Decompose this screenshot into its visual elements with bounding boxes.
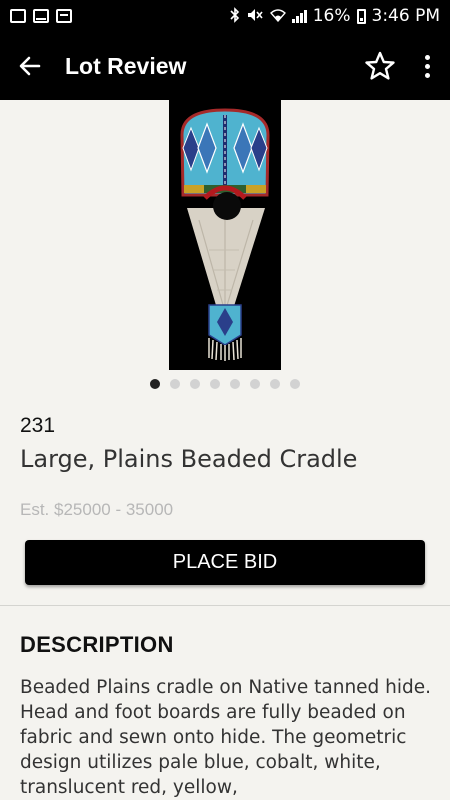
- pager-dot[interactable]: [270, 379, 280, 389]
- divider: [0, 605, 450, 606]
- gallery-icon: [10, 9, 26, 23]
- system-icons: 16% 3:46 PM: [230, 6, 440, 26]
- lot-image[interactable]: [169, 100, 281, 370]
- calendar-icon: [56, 9, 72, 23]
- pager-dot[interactable]: [290, 379, 300, 389]
- pager-dot[interactable]: [170, 379, 180, 389]
- lot-title: Large, Plains Beaded Cradle: [20, 445, 358, 473]
- pager-dot[interactable]: [250, 379, 260, 389]
- app-bar: Lot Review: [0, 32, 450, 100]
- battery-icon: [356, 8, 366, 24]
- favorite-button[interactable]: [356, 32, 404, 100]
- description-text: Beaded Plains cradle on Native tanned hi…: [20, 677, 432, 798]
- signal-icon: [291, 9, 307, 23]
- battery-percent: 16%: [312, 6, 351, 26]
- clock: 3:46 PM: [371, 6, 441, 26]
- status-bar: 16% 3:46 PM: [0, 0, 450, 32]
- bluetooth-icon: [230, 6, 240, 26]
- pager-dot[interactable]: [230, 379, 240, 389]
- pager-dot[interactable]: [190, 379, 200, 389]
- wifi-icon: [269, 8, 286, 25]
- pager-dot[interactable]: [150, 379, 160, 389]
- lot-number: 231: [20, 414, 56, 437]
- arrow-left-icon: [19, 56, 41, 76]
- cradle-image: [169, 100, 281, 370]
- description-heading: DESCRIPTION: [20, 632, 174, 657]
- image-pager[interactable]: [150, 379, 300, 389]
- star-outline-icon: [365, 51, 395, 80]
- mail-icon: [33, 9, 49, 23]
- pager-dot[interactable]: [210, 379, 220, 389]
- notification-icons: [10, 9, 72, 23]
- back-button[interactable]: [0, 32, 60, 100]
- page-title: Lot Review: [65, 52, 187, 79]
- mute-icon: [246, 7, 264, 26]
- place-bid-button[interactable]: PLACE BID: [25, 540, 425, 585]
- lot-estimate: Est. $25000 - 35000: [20, 500, 174, 519]
- more-vert-icon: [424, 54, 430, 78]
- overflow-menu-button[interactable]: [404, 32, 450, 100]
